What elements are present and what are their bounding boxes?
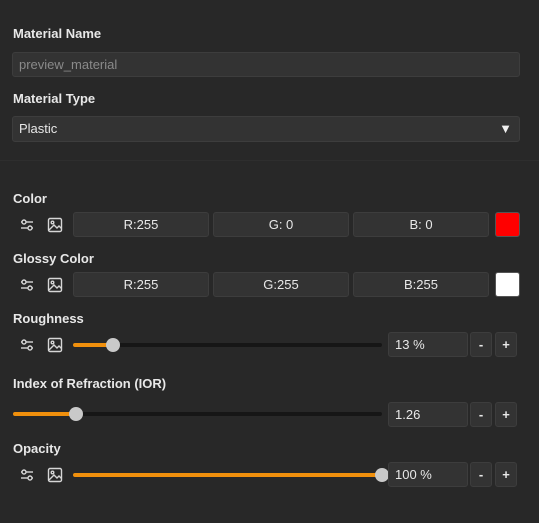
ior-slider-thumb[interactable] <box>68 407 83 421</box>
roughness-value-field[interactable]: 13 % <box>388 332 468 357</box>
sliders-icon[interactable] <box>18 216 36 234</box>
roughness-label: Roughness <box>13 311 84 326</box>
color-b-field[interactable]: B: 0 <box>353 212 489 237</box>
opacity-slider-thumb[interactable] <box>375 468 389 482</box>
ior-slider-fill <box>13 412 76 416</box>
glossy-color-swatch[interactable] <box>495 272 520 297</box>
glossy-color-label: Glossy Color <box>13 251 94 266</box>
color-g-field[interactable]: G: 0 <box>213 212 349 237</box>
opacity-slider-fill <box>73 473 382 477</box>
opacity-slider[interactable] <box>73 468 389 482</box>
image-icon[interactable] <box>46 216 64 234</box>
opacity-increment-button[interactable]: + <box>495 462 517 487</box>
dropdown-arrow-icon: ▼ <box>499 121 512 136</box>
sliders-icon[interactable] <box>18 466 36 484</box>
opacity-decrement-button[interactable]: - <box>470 462 492 487</box>
color-swatch[interactable] <box>495 212 520 237</box>
roughness-slider-thumb[interactable] <box>106 338 121 352</box>
glossy-g-field[interactable]: G:255 <box>213 272 349 297</box>
color-r-field[interactable]: R:255 <box>73 212 209 237</box>
opacity-value-field[interactable]: 100 % <box>388 462 468 487</box>
sliders-icon[interactable] <box>18 276 36 294</box>
opacity-label: Opacity <box>13 441 61 456</box>
roughness-decrement-button[interactable]: - <box>470 332 492 357</box>
ior-decrement-button[interactable]: - <box>470 402 492 427</box>
material-type-select[interactable]: Plastic ▼ <box>12 116 520 142</box>
color-label: Color <box>13 191 47 206</box>
image-icon[interactable] <box>46 276 64 294</box>
glossy-r-field[interactable]: R:255 <box>73 272 209 297</box>
material-type-label: Material Type <box>13 91 96 106</box>
material-name-label: Material Name <box>13 26 102 41</box>
material-name-input[interactable]: preview_material <box>12 52 520 77</box>
roughness-slider[interactable] <box>73 338 382 352</box>
image-icon[interactable] <box>46 336 64 354</box>
sliders-icon[interactable] <box>18 336 36 354</box>
ior-increment-button[interactable]: + <box>495 402 517 427</box>
glossy-b-field[interactable]: B:255 <box>353 272 489 297</box>
roughness-increment-button[interactable]: + <box>495 332 517 357</box>
ior-slider[interactable] <box>13 407 382 421</box>
ior-label: Index of Refraction (IOR) <box>13 376 167 391</box>
ior-value-field[interactable]: 1.26 <box>388 402 468 427</box>
image-icon[interactable] <box>46 466 64 484</box>
material-type-value: Plastic <box>19 121 58 136</box>
section-divider <box>0 160 539 161</box>
